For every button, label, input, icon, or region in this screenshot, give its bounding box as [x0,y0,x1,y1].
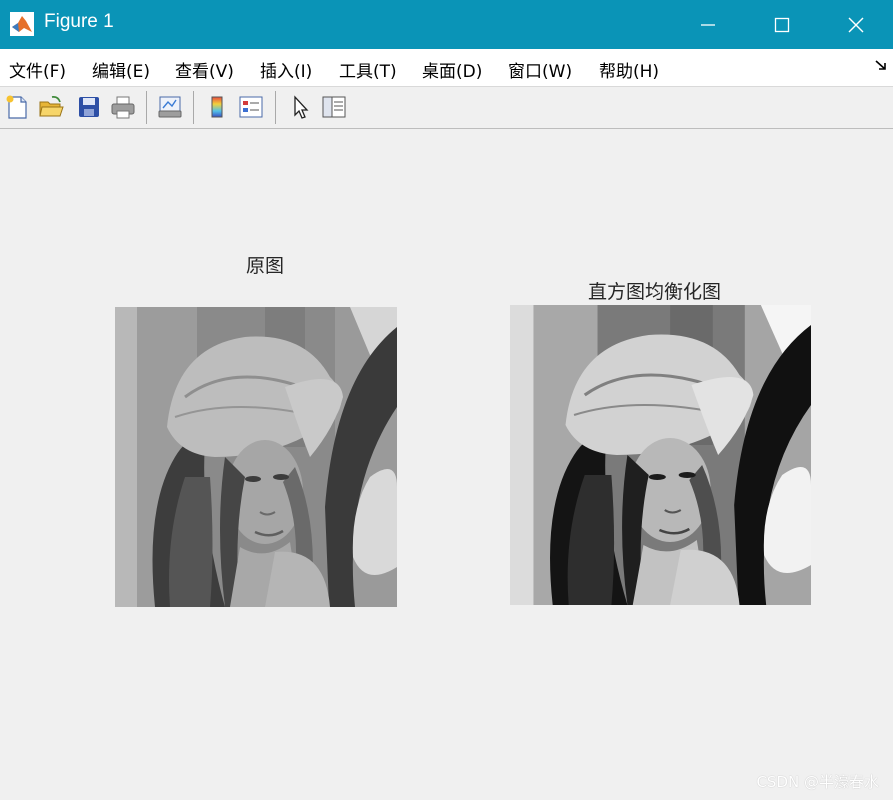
save-icon[interactable] [76,94,102,120]
minimize-button[interactable] [671,0,745,49]
open-file-icon[interactable] [38,94,64,120]
menu-file[interactable]: 文件(F) [9,57,66,82]
toolbar-separator [193,91,194,124]
menu-tools[interactable]: 工具(T) [339,57,397,82]
title-bar: Figure 1 [0,0,893,49]
toolbar-separator [146,91,147,124]
menu-overflow-icon[interactable] [875,59,887,74]
window-title: Figure 1 [44,11,114,32]
axes-title-equalized: 直方图均衡化图 [588,281,722,303]
original-grayscale-image [115,307,397,607]
menu-insert[interactable]: 插入(I) [260,57,312,82]
menu-desktop[interactable]: 桌面(D) [422,57,482,82]
menu-window[interactable]: 窗口(W) [508,57,572,82]
menu-edit[interactable]: 编辑(E) [92,57,150,82]
maximize-button[interactable] [745,0,819,49]
matlab-icon [10,12,34,36]
watermark-text: CSDN @半濠春水 [756,773,879,791]
new-figure-icon[interactable] [4,94,30,120]
menu-bar: 文件(F) 编辑(E) 查看(V) 插入(I) 工具(T) 桌面(D) 窗口(W… [0,49,893,87]
print-icon[interactable] [110,94,136,120]
toolbar [0,87,893,129]
insert-legend-icon[interactable] [238,94,264,120]
print-preview-icon[interactable] [157,94,183,120]
insert-colorbar-icon[interactable] [204,94,230,120]
menu-help[interactable]: 帮助(H) [599,57,659,82]
equalized-grayscale-image [510,305,811,605]
menu-view[interactable]: 查看(V) [175,57,234,82]
close-button[interactable] [819,0,893,49]
edit-plot-icon[interactable] [287,94,313,120]
axes-title-original: 原图 [246,255,285,277]
toolbar-separator [275,91,276,124]
property-inspector-icon[interactable] [321,94,347,120]
